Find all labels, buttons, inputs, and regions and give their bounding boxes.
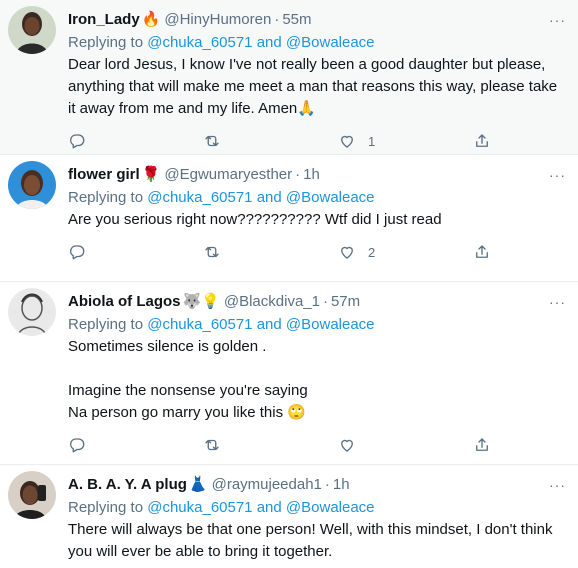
retweet-icon [205,246,219,258]
share-button[interactable] [473,436,491,454]
heart-icon [341,135,353,148]
separator-dot: · [274,10,280,28]
action-bar [68,428,566,462]
reply-button[interactable] [68,436,203,454]
mention-link[interactable]: @chuka_60571 [147,34,252,51]
user-handle[interactable]: @Egwumaryesther [164,166,292,183]
replying-to: Replying to @chuka_60571 and @Bowaleace [68,316,375,333]
more-options-icon[interactable]: ··· [549,294,566,310]
heart-icon [341,246,353,259]
tweet[interactable]: flower girl 🌹 @Egwumaryesther · 1h ··· R… [0,155,578,282]
like-button[interactable]: 1 [338,132,473,150]
timestamp[interactable]: 57m [331,293,360,310]
like-button[interactable] [338,436,473,454]
separator-dot: · [324,475,330,493]
share-icon [476,245,488,258]
reply-button[interactable] [68,132,203,150]
mention-link[interactable]: @Bowaleace [286,34,375,51]
tweet-text: Are you serious right now?????????? Wtf … [68,211,442,228]
timestamp[interactable]: 1h [333,476,350,493]
mention-link[interactable]: @chuka_60571 [147,189,252,206]
mention-link[interactable]: @Bowaleace [286,316,375,333]
action-bar: 1 [68,124,566,158]
user-handle[interactable]: @HinyHumoren [164,11,271,28]
separator-dot: · [295,165,301,183]
avatar[interactable] [8,6,56,54]
retweet-button[interactable] [203,436,338,454]
share-icon [476,438,488,451]
mention-link[interactable]: @chuka_60571 [147,499,252,516]
tweet[interactable]: Iron_Lady 🔥 @HinyHumoren · 55m ··· Reply… [0,0,578,155]
mention-link[interactable]: @Bowaleace [286,189,375,206]
avatar[interactable] [8,161,56,209]
replying-to: Replying to @chuka_60571 and @Bowaleace [68,189,375,206]
like-count: 2 [368,244,376,260]
action-bar: 2 [68,235,566,269]
tweet-text: There will always be that one person! We… [68,521,557,560]
avatar[interactable] [8,471,56,519]
more-options-icon[interactable]: ··· [549,167,566,183]
heart-icon [341,439,353,452]
display-name[interactable]: Iron_Lady [68,11,140,28]
reply-icon [70,245,85,260]
share-icon [476,134,488,147]
reply-icon [70,438,85,453]
name-emoji: 👗 [188,475,208,493]
tweet[interactable]: Abiola of Lagos 🐺💡 @Blackdiva_1 · 57m ··… [0,282,578,465]
timestamp[interactable]: 1h [303,166,320,183]
name-emoji: 🔥 [141,10,161,28]
tweet[interactable]: A. B. A. Y. A plug 👗 @raymujeedah1 · 1h … [0,465,578,568]
replying-to: Replying to @chuka_60571 and @Bowaleace [68,499,375,516]
name-emoji: 🐺💡 [182,292,220,310]
timestamp[interactable]: 55m [282,11,311,28]
separator-dot: · [322,292,328,310]
name-emoji: 🌹 [141,165,161,183]
replying-to: Replying to @chuka_60571 and @Bowaleace [68,34,375,51]
like-button[interactable]: 2 [338,243,473,261]
retweet-icon [205,439,219,451]
tweet-text: Dear lord Jesus, I know I've not really … [68,56,562,117]
avatar[interactable] [8,288,56,336]
user-handle[interactable]: @raymujeedah1 [212,476,322,493]
mention-link[interactable]: @chuka_60571 [147,316,252,333]
mention-link[interactable]: @Bowaleace [286,499,375,516]
like-count: 1 [368,133,376,149]
retweet-icon [205,135,219,147]
retweet-button[interactable] [203,132,338,150]
reply-button[interactable] [68,243,203,261]
more-options-icon[interactable]: ··· [549,12,566,28]
display-name[interactable]: flower girl [68,166,140,183]
share-button[interactable] [473,243,491,261]
retweet-button[interactable] [203,243,338,261]
user-handle[interactable]: @Blackdiva_1 [224,293,320,310]
tweet-text: Sometimes silence is golden . Imagine th… [68,338,308,421]
share-button[interactable] [473,132,491,150]
reply-icon [70,134,85,149]
display-name[interactable]: Abiola of Lagos [68,293,181,310]
display-name[interactable]: A. B. A. Y. A plug [68,476,187,493]
more-options-icon[interactable]: ··· [549,477,566,493]
reply-feed: Iron_Lady 🔥 @HinyHumoren · 55m ··· Reply… [0,0,578,568]
